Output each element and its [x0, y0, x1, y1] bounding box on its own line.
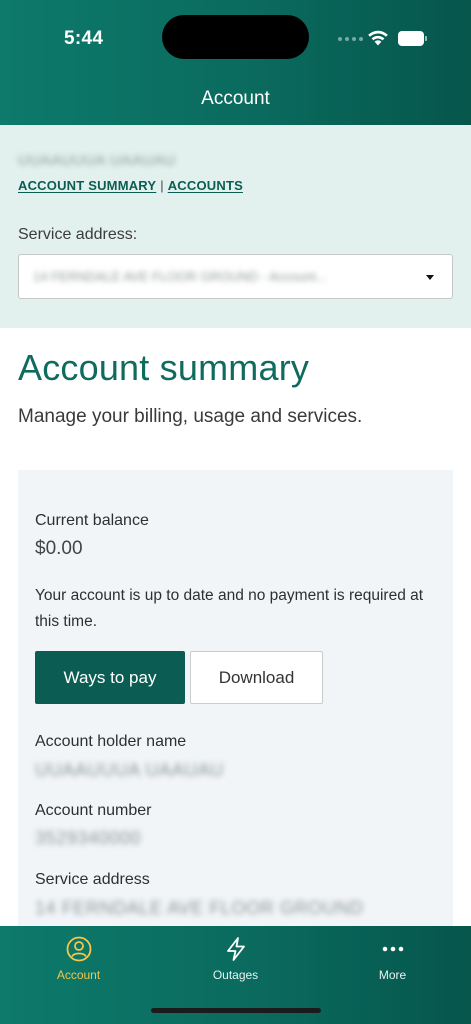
- balance-card: Current balance $0.00 Your account is up…: [18, 470, 453, 930]
- service-address-card-label: Service address: [35, 871, 150, 888]
- selected-address-value: 14 FERNDALE AVE FLOOR GROUND - Account..…: [33, 269, 327, 284]
- download-button[interactable]: Download: [190, 651, 323, 704]
- service-address-card-value: 14 FERNDALE AVE FLOOR GROUND: [35, 898, 364, 918]
- caret-down-icon: [426, 275, 434, 280]
- tab-outages-label: Outages: [212, 968, 259, 982]
- accounts-link[interactable]: ACCOUNTS: [168, 178, 243, 193]
- breadcrumb-separator: |: [160, 178, 164, 193]
- page-subtitle: Manage your billing, usage and services.: [18, 406, 363, 427]
- ways-to-pay-button[interactable]: Ways to pay: [35, 651, 185, 704]
- header: 5:44 Account: [0, 0, 471, 125]
- battery-icon: [398, 31, 428, 46]
- dynamic-island: [162, 15, 309, 59]
- current-balance-value: $0.00: [35, 538, 83, 559]
- status-time: 5:44: [64, 28, 104, 49]
- account-number-value: 3529340000: [35, 828, 142, 848]
- account-holder-name-blurred: UUAAUUUA UAAUAU: [18, 152, 176, 169]
- account-holder-value: UUAAUUUA UAAUAU: [35, 760, 225, 780]
- breadcrumb: ACCOUNT SUMMARY | ACCOUNTS: [18, 178, 243, 193]
- wifi-icon: [368, 30, 388, 46]
- account-holder-label: Account holder name: [35, 733, 187, 750]
- current-balance-label: Current balance: [35, 512, 149, 529]
- cellular-signal-icon: [338, 37, 363, 41]
- user-circle-icon: [66, 936, 91, 962]
- account-number-label: Account number: [35, 802, 152, 819]
- more-dots-icon: [382, 946, 403, 952]
- page-title: Account summary: [18, 347, 310, 388]
- service-address-select[interactable]: 14 FERNDALE AVE FLOOR GROUND - Account..…: [18, 254, 453, 299]
- tab-account[interactable]: Account: [0, 926, 157, 990]
- tab-account-label: Account: [56, 968, 101, 982]
- account-status-message: Your account is up to date and no paymen…: [35, 587, 424, 630]
- nav-title: Account: [201, 88, 270, 109]
- lightning-icon: [226, 937, 245, 961]
- tab-more[interactable]: More: [314, 926, 471, 990]
- tab-outages[interactable]: Outages: [157, 926, 314, 990]
- account-summary-link[interactable]: ACCOUNT SUMMARY: [18, 178, 156, 193]
- account-selector-area: UUAAUUUA UAAUAU ACCOUNT SUMMARY | ACCOUNTS…: [0, 125, 471, 328]
- tab-more-label: More: [378, 968, 407, 982]
- home-indicator: [151, 1008, 321, 1013]
- service-address-label: Service address:: [18, 226, 138, 243]
